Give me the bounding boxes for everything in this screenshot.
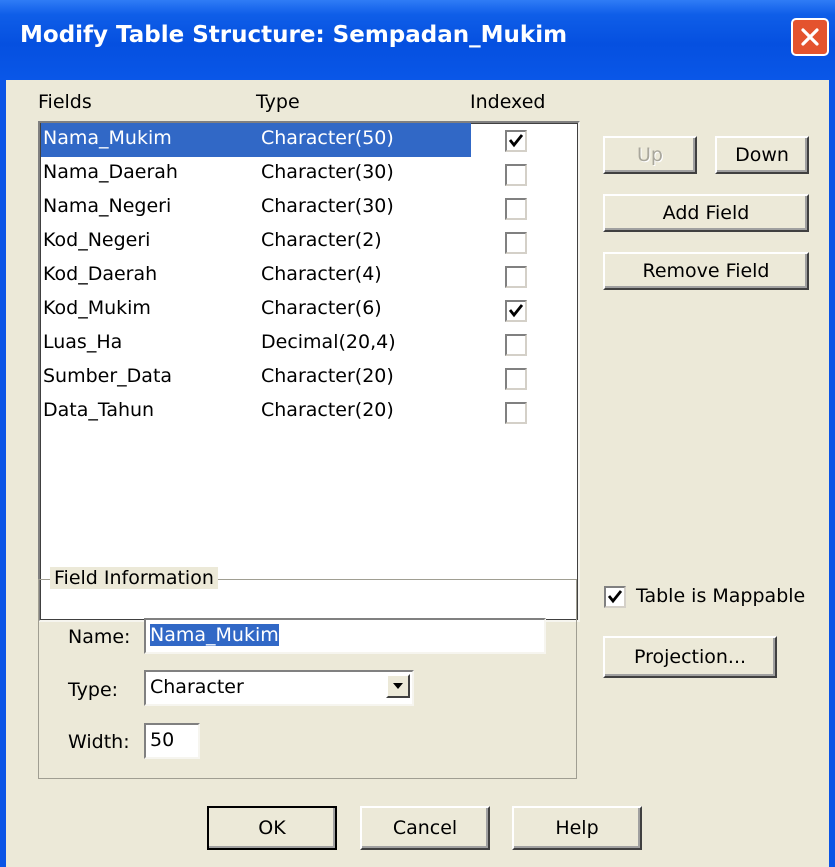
- width-value: 50: [150, 729, 175, 751]
- indexed-checkbox[interactable]: [505, 198, 527, 220]
- cancel-label: Cancel: [392, 817, 458, 839]
- field-name: Nama_Negeri: [43, 195, 172, 217]
- field-name: Nama_Daerah: [43, 161, 178, 183]
- type-value: Character: [150, 676, 244, 698]
- width-label: Width:: [68, 731, 130, 753]
- window-title: Modify Table Structure: Sempadan_Mukim: [20, 22, 568, 48]
- up-button-label: Up: [637, 144, 663, 166]
- field-row[interactable]: Luas_Ha Decimal(20,4): [41, 327, 577, 361]
- remove-field-label: Remove Field: [642, 260, 770, 282]
- field-name: Sumber_Data: [43, 365, 173, 387]
- close-icon: [801, 28, 819, 46]
- field-type: Decimal(20,4): [261, 331, 396, 353]
- field-type: Character(50): [261, 127, 394, 149]
- indexed-checkbox[interactable]: [505, 164, 527, 186]
- indexed-checkbox[interactable]: [505, 130, 527, 152]
- close-button[interactable]: [791, 18, 829, 56]
- width-field[interactable]: 50: [144, 723, 200, 759]
- projection-label: Projection...: [633, 646, 747, 668]
- chevron-down-icon: [393, 683, 403, 689]
- field-type: Character(30): [261, 161, 394, 183]
- checkmark-icon: [607, 590, 623, 604]
- indexed-checkbox[interactable]: [505, 402, 527, 424]
- table-mappable-checkbox[interactable]: [604, 586, 626, 608]
- field-row[interactable]: Data_Tahun Character(20): [41, 395, 577, 429]
- help-button[interactable]: Help: [512, 806, 642, 850]
- checkmark-icon: [508, 134, 524, 148]
- down-button[interactable]: Down: [715, 136, 809, 174]
- indexed-checkbox[interactable]: [505, 300, 527, 322]
- field-type: Character(6): [261, 297, 382, 319]
- field-row[interactable]: Nama_Daerah Character(30): [41, 157, 577, 191]
- field-row[interactable]: Kod_Negeri Character(2): [41, 225, 577, 259]
- indexed-checkbox[interactable]: [505, 334, 527, 356]
- field-row[interactable]: Sumber_Data Character(20): [41, 361, 577, 395]
- title-bar[interactable]: Modify Table Structure: Sempadan_Mukim: [0, 0, 835, 80]
- indexed-checkbox[interactable]: [505, 266, 527, 288]
- ok-button[interactable]: OK: [207, 806, 337, 850]
- indexed-header: Indexed: [470, 91, 546, 113]
- indexed-checkbox[interactable]: [505, 368, 527, 390]
- type-header: Type: [256, 91, 300, 113]
- table-mappable-label[interactable]: Table is Mappable: [636, 585, 805, 607]
- fields-list[interactable]: Nama_Mukim Character(50) Nama_Daerah Charac…: [38, 121, 580, 622]
- fields-header: Fields: [38, 91, 92, 113]
- dialog-window: Modify Table Structure: Sempadan_Mukim F…: [0, 0, 835, 867]
- field-information-title: Field Information: [50, 567, 218, 589]
- field-row[interactable]: Nama_Mukim Character(50): [41, 123, 577, 157]
- ok-label: OK: [258, 817, 286, 839]
- checkmark-icon: [508, 304, 524, 318]
- down-button-label: Down: [735, 144, 789, 166]
- field-row[interactable]: Kod_Daerah Character(4): [41, 259, 577, 293]
- field-type: Character(4): [261, 263, 382, 285]
- field-name: Kod_Negeri: [43, 229, 151, 251]
- dialog-body: Fields Type Indexed Nama_Mukim Character(…: [6, 80, 829, 867]
- help-label: Help: [555, 817, 599, 839]
- cancel-button[interactable]: Cancel: [360, 806, 490, 850]
- projection-button[interactable]: Projection...: [603, 636, 777, 678]
- field-name: Nama_Mukim: [43, 127, 172, 149]
- field-name: Kod_Daerah: [43, 263, 158, 285]
- field-type: Character(2): [261, 229, 382, 251]
- type-label: Type:: [68, 679, 119, 701]
- field-type: Character(20): [261, 365, 394, 387]
- field-type: Character(20): [261, 399, 394, 421]
- field-row[interactable]: Nama_Negeri Character(30): [41, 191, 577, 225]
- field-name: Data_Tahun: [43, 399, 155, 421]
- add-field-button[interactable]: Add Field: [603, 194, 809, 232]
- remove-field-button[interactable]: Remove Field: [603, 252, 809, 290]
- add-field-label: Add Field: [662, 202, 750, 224]
- indexed-checkbox[interactable]: [505, 232, 527, 254]
- field-name: Kod_Mukim: [43, 297, 151, 319]
- up-button[interactable]: Up: [603, 136, 697, 174]
- field-name: Luas_Ha: [43, 331, 123, 353]
- field-type: Character(30): [261, 195, 394, 217]
- name-value: Nama_Mukim: [150, 624, 279, 646]
- dropdown-arrow-button[interactable]: [386, 674, 410, 698]
- name-field[interactable]: Nama_Mukim: [144, 618, 546, 654]
- type-dropdown[interactable]: Character: [144, 670, 414, 706]
- field-row[interactable]: Kod_Mukim Character(6): [41, 293, 577, 327]
- name-label: Name:: [68, 626, 131, 648]
